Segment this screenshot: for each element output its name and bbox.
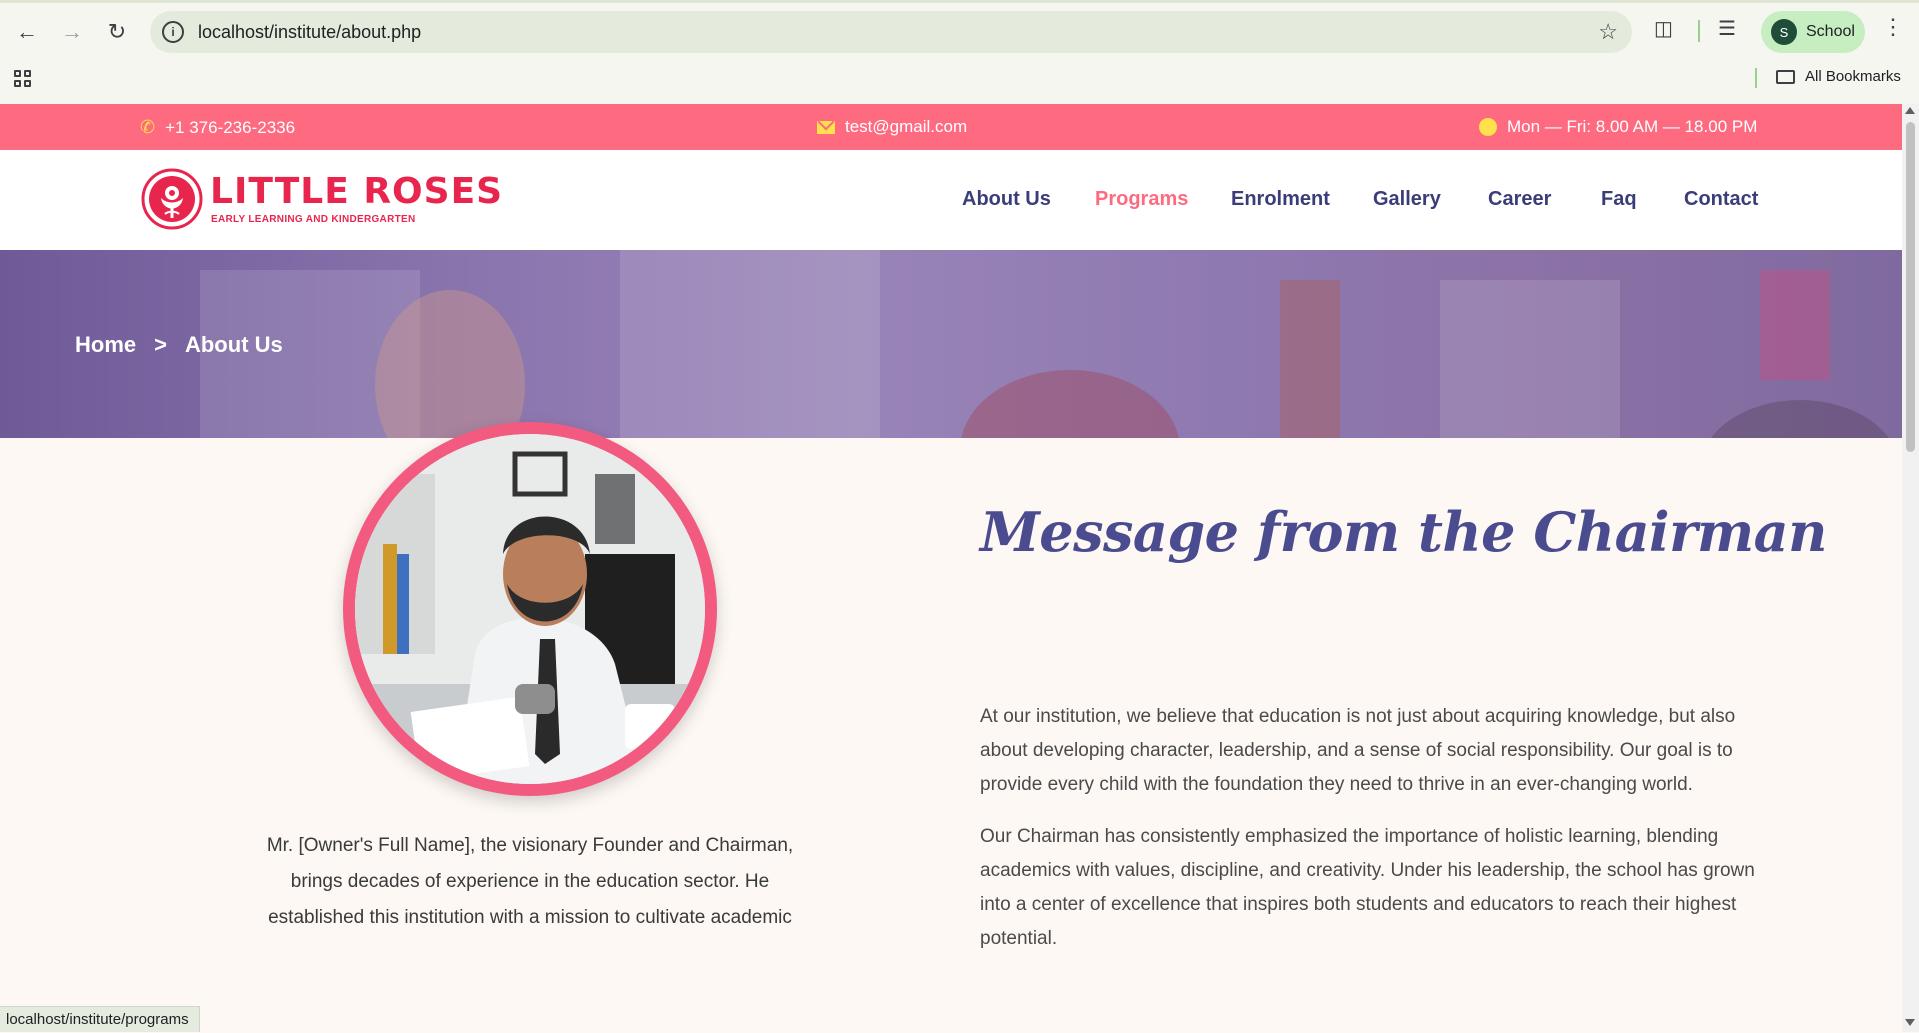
reload-icon[interactable]: ↻ [99,14,135,50]
page-scrollbar[interactable] [1902,104,1919,1032]
scrollbar-thumb[interactable] [1906,122,1915,452]
nav-faq[interactable]: Faq [1601,188,1637,211]
breadcrumb-current: About Us [184,332,283,357]
banner-window-shape [620,250,880,438]
chairman-bio: Mr. [Owner's Full Name], the visionary F… [266,835,794,928]
logo-name[interactable]: LITTLE ROSES [210,174,503,210]
email-contact[interactable]: test@gmail.com [817,117,967,137]
phone-contact[interactable]: ✆ +1 376-236-2336 [140,117,295,138]
chairman-photo-frame [343,422,717,796]
chairman-photo-illustration [355,434,705,784]
scroll-down-arrow-icon[interactable] [1905,1019,1915,1026]
chairman-photo [355,434,705,784]
tab-strip-edge [0,0,1919,3]
nav-programs[interactable]: Programs [1095,188,1188,211]
all-bookmarks-label: All Bookmarks [1805,68,1901,85]
banner-shelf-shape [1280,280,1340,438]
breadcrumb-home-link[interactable]: Home [75,332,136,358]
profile-button[interactable]: S School [1761,11,1865,53]
site-header: LITTLE ROSES EARLY LEARNING AND KINDERGA… [0,150,1902,250]
address-bar[interactable]: i localhost/institute/about.php ☆ [150,11,1632,53]
banner-child-shape [960,370,1180,438]
address-url[interactable]: localhost/institute/about.php [198,22,421,43]
apps-grid-icon[interactable] [14,70,34,90]
phone-number[interactable]: +1 376-236-2336 [165,118,295,138]
toolbar-divider [1698,20,1700,42]
forward-icon[interactable]: → [54,14,90,50]
all-bookmarks-button[interactable]: All Bookmarks [1776,68,1901,85]
clock-icon [1479,118,1497,136]
browser-chrome: ← → ↻ i localhost/institute/about.php ☆ … [0,0,1919,104]
rose-logo-icon[interactable] [141,168,203,230]
link-status-bar: localhost/institute/programs [0,1006,200,1032]
nav-contact[interactable]: Contact [1684,188,1758,211]
chairman-message-paragraph-2: Our Chairman has consistently emphasized… [980,826,1755,949]
nav-about-us[interactable]: About Us [962,188,1051,211]
bookmark-star-icon[interactable]: ☆ [1598,19,1618,45]
chairman-message-paragraph-1: At our institution, we believe that educ… [980,706,1736,795]
chairman-message-title: Message from the Chairman [980,500,1827,564]
page-banner: Home > About Us [0,250,1902,438]
banner-window-shape [1440,280,1620,438]
banner-child-shape [1700,400,1900,438]
scroll-up-arrow-icon[interactable] [1905,107,1915,114]
profile-name: School [1806,23,1855,40]
breadcrumb: Home > About Us [75,332,283,358]
opening-hours: Mon — Fri: 8.00 AM — 18.00 PM [1479,117,1757,137]
email-address[interactable]: test@gmail.com [845,117,967,137]
folder-icon [1776,69,1795,84]
site-info-icon[interactable]: i [162,21,184,43]
profile-avatar: S [1771,19,1797,45]
nav-career[interactable]: Career [1488,188,1551,211]
media-controls-icon[interactable]: ☰ [1718,16,1736,41]
back-icon[interactable]: ← [9,14,45,50]
contact-topbar: ✆ +1 376-236-2336 test@gmail.com Mon — F… [0,104,1902,150]
logo-tagline: EARLY LEARNING AND KINDERGARTEN [211,214,416,225]
nav-enrolment[interactable]: Enrolment [1231,188,1330,211]
hours-text: Mon — Fri: 8.00 AM — 18.00 PM [1507,117,1758,136]
extensions-icon[interactable]: ◫ [1654,16,1673,41]
breadcrumb-separator: > [154,332,167,357]
nav-gallery[interactable]: Gallery [1373,188,1441,211]
browser-menu-icon[interactable]: ⋮ [1882,14,1904,40]
envelope-icon [817,120,835,134]
phone-icon: ✆ [140,117,156,137]
banner-poster-shape [1760,270,1830,380]
bookmarks-divider [1755,68,1757,88]
